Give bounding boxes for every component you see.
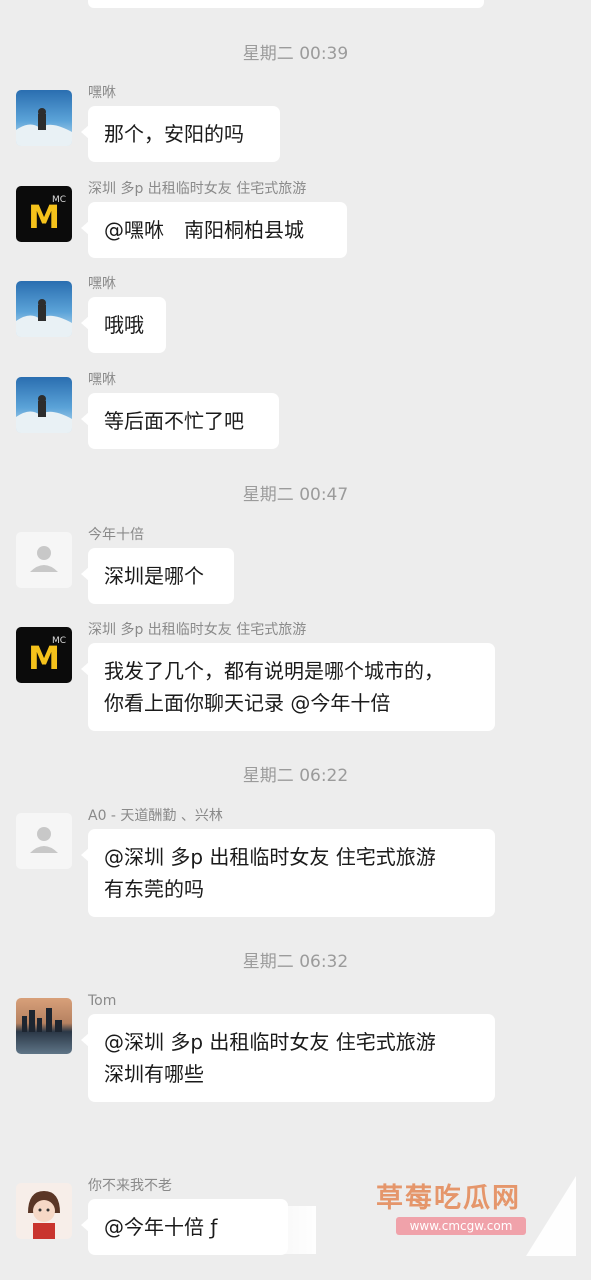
default-avatar[interactable] [16, 813, 72, 869]
message-bubble[interactable]: 那个，安阳的吗 [81, 106, 280, 162]
sky-avatar[interactable] [16, 281, 72, 337]
sender-name: 嘿咻 [88, 276, 116, 292]
previous-message-bubble[interactable] [88, 0, 484, 8]
sender-name: 你不来我不老 [88, 1178, 172, 1194]
message-bubble[interactable]: 深圳是哪个 [81, 548, 234, 604]
city-avatar[interactable] [16, 998, 72, 1054]
timestamp: 星期二 00:39 [242, 44, 349, 64]
girl-avatar[interactable] [16, 1183, 72, 1239]
watermark-url: www.cmcgw.com [396, 1217, 526, 1235]
blur-overlay [226, 1206, 316, 1254]
sender-name: 今年十倍 [88, 527, 144, 543]
sender-name: A0 - 天道酬勤 、兴林 [88, 808, 223, 824]
svg-text:MC: MC [52, 195, 66, 205]
timestamp: 星期二 06:32 [242, 952, 349, 972]
sender-name: 嘿咻 [88, 85, 116, 101]
message-bubble[interactable]: @嘿咻 南阳桐柏县城 [81, 202, 347, 258]
watermark-corner [526, 1176, 576, 1256]
message-bubble[interactable]: 我发了几个，都有说明是哪个城市的， 你看上面你聊天记录 @今年十倍 [81, 643, 495, 731]
timestamp: 星期二 00:47 [242, 485, 349, 505]
default-avatar[interactable] [16, 532, 72, 588]
mcdonalds-avatar[interactable]: M MC [16, 186, 72, 242]
sky-avatar[interactable] [16, 377, 72, 433]
timestamp: 星期二 06:22 [242, 766, 349, 786]
sender-name: 深圳 多p 出租临时女友 住宅式旅游 [88, 181, 307, 197]
sender-name: 深圳 多p 出租临时女友 住宅式旅游 [88, 622, 307, 638]
message-bubble[interactable]: @深圳 多p 出租临时女友 住宅式旅游 有东莞的吗 [81, 829, 495, 917]
watermark-title: 草莓吃瓜网 [376, 1183, 521, 1214]
sender-name: 嘿咻 [88, 372, 116, 388]
sender-name: Tom [88, 993, 117, 1009]
message-bubble[interactable]: 哦哦 [81, 297, 166, 353]
mcdonalds-avatar[interactable]: M MC [16, 627, 72, 683]
message-bubble[interactable]: 等后面不忙了吧 [81, 393, 279, 449]
message-bubble[interactable]: @深圳 多p 出租临时女友 住宅式旅游 深圳有哪些 [81, 1014, 495, 1102]
sky-avatar[interactable] [16, 90, 72, 146]
svg-text:MC: MC [52, 636, 66, 646]
